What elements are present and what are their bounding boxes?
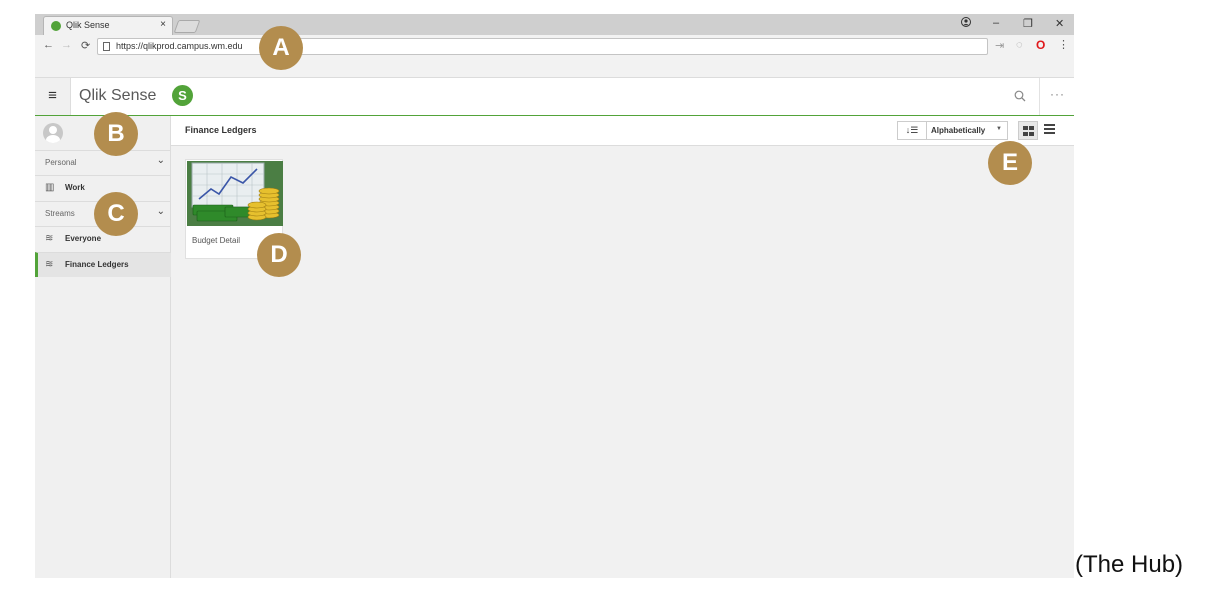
sort-dropdown-value: Alphabetically (931, 126, 986, 135)
screenshot-frame: Qlik Sense × – ❐ ✕ ← → ⟳ https://qlikpro… (35, 14, 1074, 578)
sort-dropdown[interactable]: Alphabetically ▼ (927, 121, 1008, 140)
stream-header: Finance Ledgers ↓☰ Alphabetically ▼ (171, 116, 1074, 146)
qlik-logo-icon: S (172, 85, 193, 106)
browser-tabstrip: Qlik Sense × – ❐ ✕ (35, 14, 1074, 35)
browser-tab[interactable]: Qlik Sense × (43, 16, 173, 35)
page-title: Finance Ledgers (185, 125, 257, 135)
app-card-title: Budget Detail (192, 236, 241, 245)
stream-icon: ≋ (45, 233, 54, 244)
avatar[interactable] (43, 123, 63, 143)
share-icon[interactable]: ⇥ (995, 39, 1004, 52)
qlik-favicon-icon (51, 21, 61, 31)
reload-icon[interactable]: ⟳ (81, 39, 90, 52)
brand-name: Qlik Sense (79, 87, 157, 104)
callout-d: D (257, 233, 301, 277)
address-url: https://qlikprod.campus.wm.edu (116, 41, 243, 51)
opera-icon[interactable]: O (1036, 38, 1045, 52)
profile-icon[interactable] (961, 17, 971, 30)
stream-icon: ≋ (45, 259, 54, 270)
sidebar-section-personal[interactable]: Personal ⌄ (35, 150, 171, 175)
new-tab-button[interactable] (173, 20, 201, 33)
browser-menu-icon[interactable]: ⋮ (1058, 38, 1069, 51)
callout-c: C (94, 192, 138, 236)
callout-b: B (94, 112, 138, 156)
app-thumbnail (187, 161, 283, 226)
work-icon: ▥ (45, 182, 55, 193)
browser-toolbar: ← → ⟳ https://qlikprod.campus.wm.edu ⇥ ◌… (35, 35, 1074, 57)
sidebar-item-label: Work (65, 183, 85, 192)
restore-button[interactable]: ❐ (1023, 17, 1033, 30)
search-icon[interactable] (1014, 89, 1026, 102)
personal-label: Personal (45, 158, 77, 167)
chevron-down-icon: ⌄ (156, 155, 165, 166)
tab-close-icon[interactable]: × (160, 19, 166, 30)
qlik-header: ≡ Qlik Sense S ··· (35, 78, 1074, 116)
list-view-button[interactable] (1044, 124, 1056, 136)
toolbar-spacer (35, 57, 1074, 78)
back-icon[interactable]: ← (43, 39, 54, 51)
callout-a: A (259, 26, 303, 70)
callout-e: E (988, 141, 1032, 185)
hamburger-menu-button[interactable]: ≡ (35, 78, 71, 115)
extension-icon[interactable]: ◌ (1016, 39, 1023, 51)
minimize-button[interactable]: – (993, 17, 999, 29)
tab-title: Qlik Sense (66, 20, 110, 30)
grid-view-button[interactable] (1018, 121, 1038, 140)
header-divider (1039, 78, 1040, 115)
page-info-icon (103, 42, 110, 51)
sidebar-item-finance-ledgers[interactable]: ≋ Finance Ledgers (35, 252, 171, 277)
more-options-icon[interactable]: ··· (1050, 87, 1065, 101)
address-bar[interactable]: https://qlikprod.campus.wm.edu (97, 38, 988, 55)
sort-order-button[interactable]: ↓☰ (897, 121, 927, 140)
caret-down-icon: ▼ (996, 126, 1002, 132)
chevron-down-icon: ⌄ (156, 206, 165, 217)
sidebar-item-label: Finance Ledgers (65, 260, 129, 269)
close-window-button[interactable]: ✕ (1055, 17, 1064, 30)
hub-sidebar: Personal ⌄ ▥ Work Streams ⌄ ≋ Everyone ≋… (35, 116, 171, 578)
caption: (The Hub) (1075, 551, 1184, 578)
forward-icon[interactable]: → (61, 39, 72, 51)
